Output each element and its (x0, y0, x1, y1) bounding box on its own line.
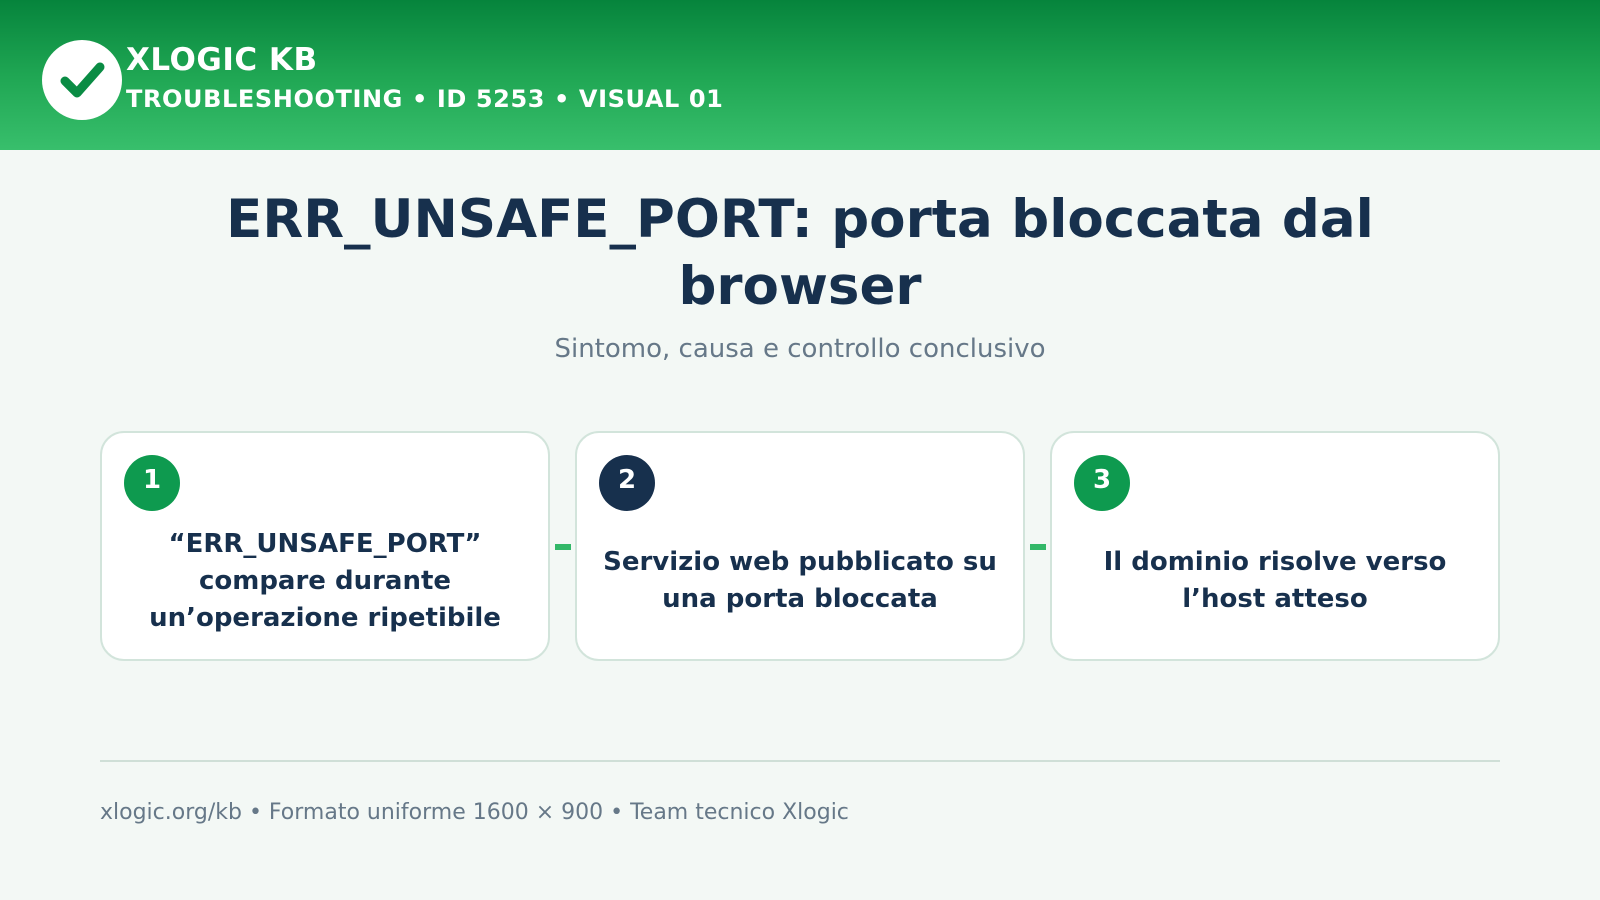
header-subtitle: TROUBLESHOOTING • ID 5253 • VISUAL 01 (126, 85, 724, 113)
footer-text: xlogic.org/kb • Formato uniforme 1600 × … (100, 800, 849, 825)
step-text: “ERR_UNSAFE_PORT” compare durante un’ope… (149, 528, 501, 633)
brand-name: XLOGIC KB (126, 42, 318, 78)
checkmark-icon (60, 62, 105, 98)
step-card-2: 2 Servizio web pubblicato su una porta b… (575, 431, 1025, 661)
step-card-3: 3 Il dominio risolve verso l’host atteso (1050, 431, 1500, 661)
logo (42, 40, 122, 120)
page-subtitle: Sintomo, causa e controllo conclusivo (554, 334, 1046, 364)
header-banner: XLOGIC KB TROUBLESHOOTING • ID 5253 • VI… (0, 0, 1600, 150)
footer-divider (100, 760, 1500, 762)
step-connector (555, 544, 571, 550)
step-number-badge: 1 (124, 455, 180, 511)
step-connector (1030, 544, 1046, 550)
step-text: Servizio web pubblicato su una porta blo… (603, 547, 997, 614)
step-text: Il dominio risolve verso l’host atteso (1103, 547, 1447, 614)
step-number-badge: 3 (1074, 455, 1130, 511)
page-title: ERR_UNSAFE_PORT: porta bloccata dal brow… (226, 189, 1374, 317)
step-card-1: 1 “ERR_UNSAFE_PORT” compare durante un’o… (100, 431, 550, 661)
step-number-badge: 2 (599, 455, 655, 511)
